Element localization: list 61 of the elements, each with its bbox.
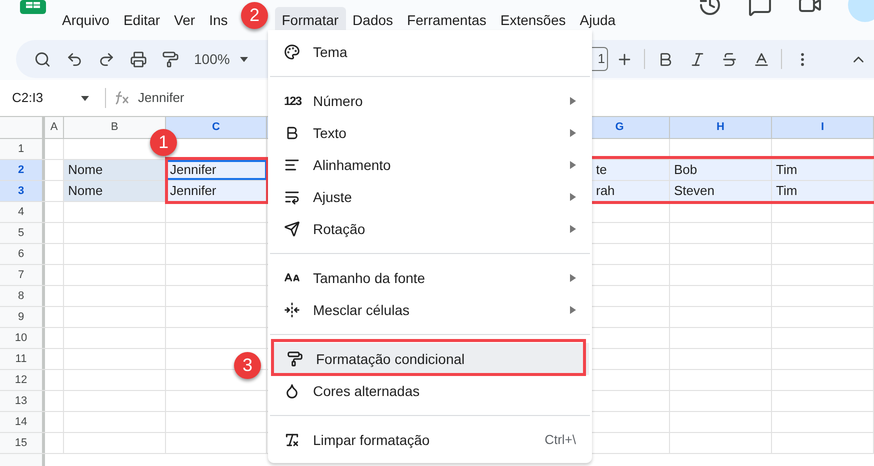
menu-item[interactable]: Editar	[116, 7, 168, 33]
column-header[interactable]: I	[772, 117, 874, 138]
column-header[interactable]: C	[166, 117, 267, 138]
row-header[interactable]: 1	[0, 139, 45, 159]
row-header[interactable]: 10	[0, 328, 45, 348]
column-header[interactable]: H	[670, 117, 772, 138]
row-header[interactable]: 15	[0, 433, 45, 453]
number-format-icon: 123	[284, 92, 302, 110]
angled-arrow-icon	[284, 221, 300, 237]
table-cell[interactable]: Jennifer	[166, 181, 267, 201]
menu-item[interactable]: Ver	[167, 7, 202, 33]
menu-item[interactable]: Ins	[202, 7, 235, 33]
menu-item[interactable]: Mesclar células	[268, 294, 592, 326]
table-cell[interactable]: Jennifer	[166, 160, 267, 180]
menu-item[interactable]: 123 Número	[268, 85, 592, 117]
history-icon[interactable]	[698, 0, 722, 17]
wrap-text-icon	[284, 189, 300, 205]
function-icon	[114, 91, 130, 105]
paint-roller-icon	[287, 351, 303, 367]
menu-item[interactable]: Tamanho da fonte	[268, 262, 592, 294]
table-cell[interactable]: Nome	[64, 160, 166, 180]
merge-icon	[284, 302, 300, 318]
caret-icon	[81, 96, 89, 100]
row-header[interactable]: 5	[0, 223, 45, 243]
comment-icon[interactable]	[748, 0, 772, 17]
align-left-icon	[284, 157, 300, 173]
menu-item[interactable]: Rotação	[268, 213, 592, 245]
menu-item[interactable]: Ferramentas	[400, 7, 494, 33]
row-header[interactable]: 12	[0, 370, 45, 390]
caret-icon	[240, 56, 248, 62]
table-cell[interactable]: Bob	[670, 160, 772, 180]
menu-item[interactable]: Extensões	[493, 7, 573, 33]
row-header[interactable]: 3	[0, 181, 45, 201]
table-cell[interactable]: Tim	[772, 160, 874, 180]
name-box[interactable]: C2:I3	[0, 88, 95, 108]
column-header[interactable]: A	[45, 117, 64, 138]
table-cell[interactable]: Nome	[64, 181, 166, 201]
menu-item[interactable]: Limpar formatação Ctrl+\	[268, 424, 592, 456]
shortcut-label: Ctrl+\	[544, 431, 576, 450]
droplet-icon	[284, 383, 300, 399]
row-header[interactable]: 2	[0, 160, 45, 180]
clear-formatting-icon	[284, 432, 300, 448]
row-header[interactable]: 8	[0, 286, 45, 306]
row-header[interactable]: 6	[0, 244, 45, 264]
menu-item[interactable]: Arquivo	[55, 7, 116, 33]
row-header[interactable]: 11	[0, 349, 45, 369]
row-header[interactable]: 13	[0, 391, 45, 411]
table-cell[interactable]: Steven	[670, 181, 772, 201]
menu-item[interactable]: Ajuda	[572, 7, 623, 33]
row-header[interactable]: 14	[0, 412, 45, 432]
menu-item[interactable]: Dados	[346, 7, 400, 33]
row-header[interactable]: 4	[0, 202, 45, 222]
table-cell[interactable]: Tim	[772, 181, 874, 201]
row-header[interactable]: 9	[0, 307, 45, 327]
zoom-dropdown[interactable]: 100%	[194, 48, 248, 70]
step-badge: 2	[241, 2, 268, 29]
sheets-logo-icon[interactable]	[20, 0, 46, 14]
menu-item[interactable]: Cores alternadas	[268, 375, 592, 407]
palette-icon	[284, 44, 300, 60]
row-header[interactable]: 7	[0, 265, 45, 285]
formula-value[interactable]: Jennifer	[138, 88, 184, 108]
